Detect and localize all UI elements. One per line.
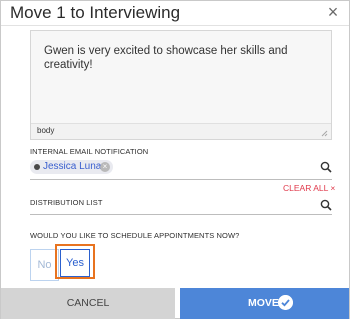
message-body-text[interactable]: Gwen is very excited to showcase her ski…	[44, 44, 324, 72]
appointments-question: WOULD YOU LIKE TO SCHEDULE APPOINTMENTS …	[30, 231, 240, 240]
schedule-yes-button[interactable]: Yes	[60, 249, 90, 277]
recipient-status-icon	[34, 164, 40, 170]
internal-email-underline	[30, 179, 332, 180]
recipient-name: Jessica Lunan	[43, 161, 107, 172]
close-icon[interactable]: ×	[325, 3, 341, 21]
message-editor[interactable]: Gwen is very excited to showcase her ski…	[30, 30, 332, 140]
remove-recipient-icon[interactable]: ×	[100, 162, 110, 172]
recipient-chip[interactable]: Jessica Lunan ×	[30, 160, 113, 174]
dialog-title: Move 1 to Interviewing	[10, 3, 181, 22]
editor-element-path: body	[37, 126, 55, 135]
dialog-footer: CANCEL MOVE	[1, 288, 349, 319]
cancel-button[interactable]: CANCEL	[1, 288, 175, 319]
title-divider	[1, 25, 349, 26]
search-icon[interactable]	[320, 161, 332, 173]
editor-status-bar: body	[31, 123, 331, 139]
clear-all-button[interactable]: CLEAR ALL ×	[283, 183, 335, 193]
distribution-list-underline	[30, 214, 332, 215]
move-button-label: MOVE	[248, 297, 279, 309]
move-button[interactable]: MOVE	[180, 288, 349, 319]
distribution-search-icon[interactable]	[320, 199, 332, 211]
resize-grip-icon[interactable]	[320, 129, 328, 137]
distribution-list-label: DISTRIBUTION LIST	[30, 198, 103, 207]
internal-email-label: INTERNAL EMAIL NOTIFICATION	[30, 147, 149, 156]
move-dialog: Move 1 to Interviewing × Gwen is very ex…	[0, 0, 350, 319]
check-icon	[278, 295, 293, 310]
